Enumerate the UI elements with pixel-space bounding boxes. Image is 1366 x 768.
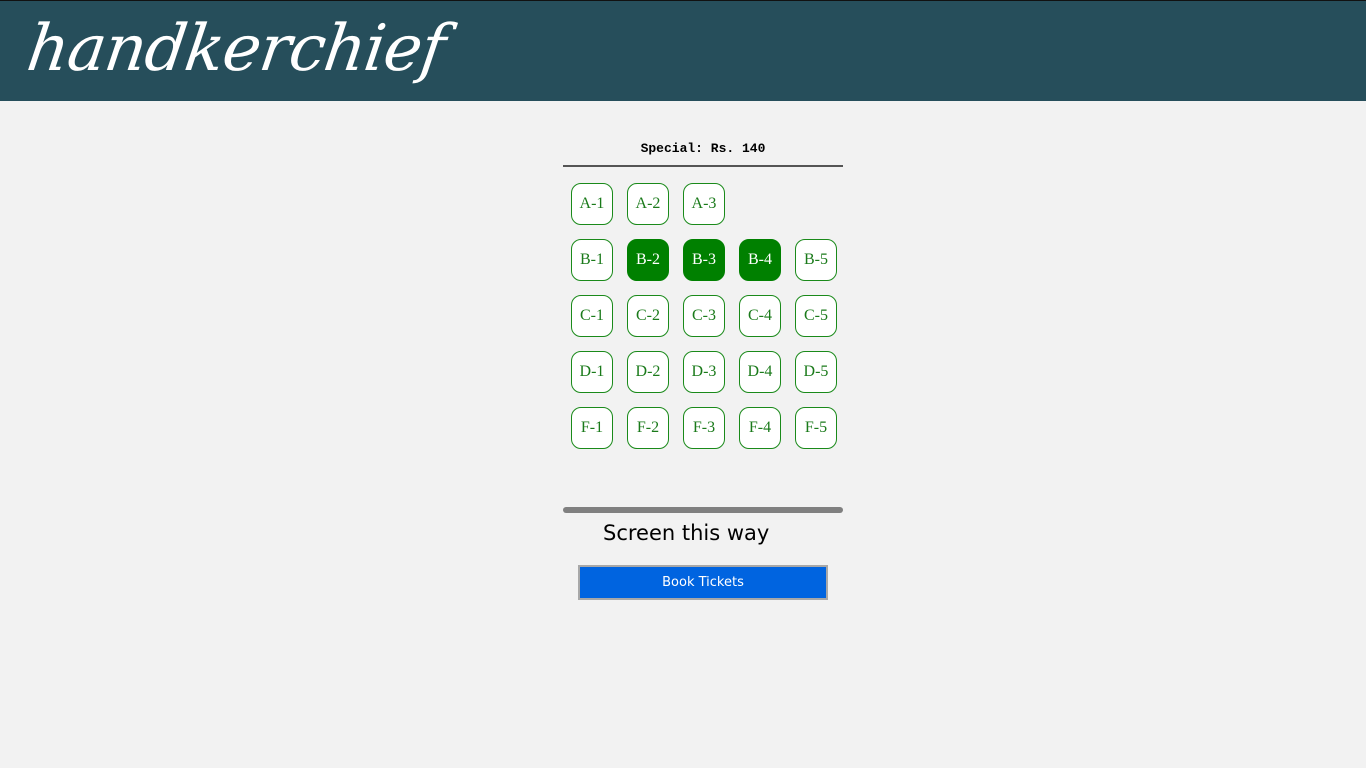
screen-indicator-bar: [563, 507, 843, 513]
seat-button[interactable]: D-4: [739, 351, 781, 393]
seat-button[interactable]: C-3: [683, 295, 725, 337]
seat-row-c: C-1 C-2 C-3 C-4 C-5: [571, 295, 851, 351]
seat-button[interactable]: A-1: [571, 183, 613, 225]
seat-button[interactable]: B-5: [795, 239, 837, 281]
seat-row-d: D-1 D-2 D-3 D-4 D-5: [571, 351, 851, 407]
seat-button[interactable]: D-2: [627, 351, 669, 393]
screen-label: Screen this way: [603, 521, 770, 545]
seat-button[interactable]: A-2: [627, 183, 669, 225]
seat-button[interactable]: F-4: [739, 407, 781, 449]
seat-button[interactable]: F-1: [571, 407, 613, 449]
seat-button[interactable]: C-5: [795, 295, 837, 337]
seat-button[interactable]: F-5: [795, 407, 837, 449]
seat-button[interactable]: D-1: [571, 351, 613, 393]
seat-row-f: F-1 F-2 F-3 F-4 F-5: [571, 407, 851, 463]
seat-button-selected[interactable]: B-3: [683, 239, 725, 281]
section-title: Special: Rs. 140: [640, 141, 766, 156]
app-header: handkerchief: [0, 0, 1366, 101]
seat-button[interactable]: A-3: [683, 183, 725, 225]
section-divider: [563, 165, 843, 167]
seat-grid: A-1 A-2 A-3 B-1 B-2 B-3 B-4 B-5 C-1 C-2 …: [571, 183, 851, 463]
book-tickets-button[interactable]: Book Tickets: [578, 565, 828, 600]
seat-button[interactable]: C-2: [627, 295, 669, 337]
seat-button-selected[interactable]: B-2: [627, 239, 669, 281]
seat-button[interactable]: F-3: [683, 407, 725, 449]
seat-button[interactable]: B-1: [571, 239, 613, 281]
logo[interactable]: handkerchief: [22, 7, 450, 91]
seat-button[interactable]: D-5: [795, 351, 837, 393]
seat-button[interactable]: C-4: [739, 295, 781, 337]
seat-row-a: A-1 A-2 A-3: [571, 183, 851, 239]
seat-button[interactable]: C-1: [571, 295, 613, 337]
seat-button[interactable]: D-3: [683, 351, 725, 393]
seat-button[interactable]: F-2: [627, 407, 669, 449]
seat-row-b: B-1 B-2 B-3 B-4 B-5: [571, 239, 851, 295]
seat-button-selected[interactable]: B-4: [739, 239, 781, 281]
